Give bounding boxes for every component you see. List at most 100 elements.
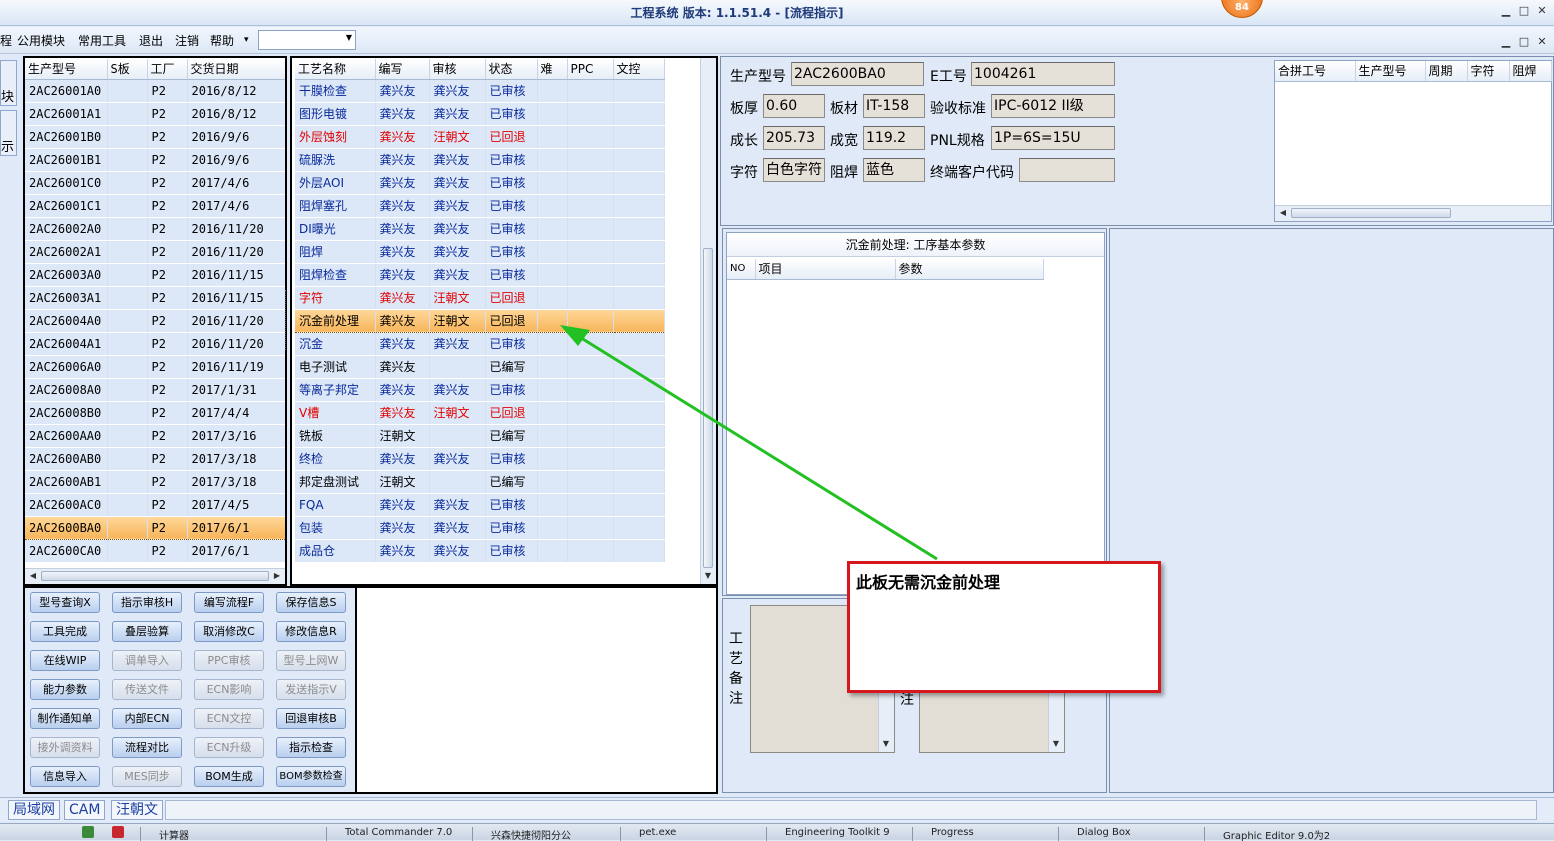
process-column-header[interactable]: 状态 (485, 59, 538, 80)
task-graphic-editor[interactable]: Graphic Editor 9.0为2 (1204, 827, 1340, 841)
model-field[interactable]: 2AC2600BA0 (791, 62, 924, 86)
process-vscroll-thumb[interactable] (703, 248, 713, 568)
action-button[interactable]: 取消修改C (194, 621, 264, 642)
process-row[interactable]: 阻焊 龚兴友 龚兴友 已审核 (295, 240, 665, 264)
product-row[interactable]: 2AC26003A0 P2 2016/11/15 (25, 263, 285, 287)
product-column-header[interactable]: 工厂 (147, 59, 188, 80)
product-row[interactable]: 2AC26001C1 P2 2017/4/6 (25, 194, 285, 218)
task-calculator[interactable]: 计算器 (140, 827, 290, 841)
task-pet[interactable]: pet.exe (620, 827, 756, 841)
process-row[interactable]: 沉金前处理 龚兴友 汪朝文 已回退 (295, 308, 665, 333)
menu-item-tools[interactable]: 常用工具 (78, 32, 126, 49)
product-row[interactable]: 2AC2600BA0 P2 2017/6/1 (25, 515, 285, 540)
product-row[interactable]: 2AC26001B0 P2 2016/9/6 (25, 125, 285, 149)
process-row[interactable]: 阻焊检查 龚兴友 龚兴友 已审核 (295, 263, 665, 287)
action-button[interactable]: 回退审核B (276, 708, 346, 729)
action-button[interactable]: 传送文件 (112, 679, 182, 700)
product-row[interactable]: 2AC26001A0 P2 2016/8/12 (25, 79, 285, 103)
action-button[interactable]: 修改信息R (276, 621, 346, 642)
product-hscrollbar[interactable]: ◀ ▶ (25, 568, 285, 584)
process-column-header[interactable]: 工艺名称 (295, 59, 376, 80)
action-button[interactable]: BOM参数检查 (276, 766, 346, 787)
maximize-icon[interactable]: □ (1516, 4, 1532, 18)
action-button[interactable]: 型号查询X (30, 592, 100, 613)
process-row[interactable]: DI曝光 龚兴友 龚兴友 已审核 (295, 217, 665, 241)
action-button[interactable]: ECN影响 (194, 679, 264, 700)
character-field[interactable]: 白色字符 (763, 158, 825, 182)
scroll-left-icon[interactable]: ◀ (27, 570, 39, 582)
side-tab-module[interactable]: 块 (0, 60, 17, 106)
action-button[interactable]: 制作通知单 (30, 708, 100, 729)
product-row[interactable]: 2AC26001C0 P2 2017/4/6 (25, 171, 285, 195)
menu-item-logout[interactable]: 注销 (175, 32, 199, 49)
param-column-header[interactable]: 项目 (755, 259, 896, 280)
mdi-restore-icon[interactable]: □ (1516, 35, 1532, 49)
menu-combobox[interactable]: ▼ (258, 30, 356, 50)
product-row[interactable]: 2AC26008A0 P2 2017/1/31 (25, 378, 285, 402)
task-progress[interactable]: Progress (912, 827, 1048, 841)
process-row[interactable]: 成品仓 龚兴友 龚兴友 已审核 (295, 539, 665, 563)
process-row[interactable]: 包装 龚兴友 龚兴友 已审核 (295, 516, 665, 540)
process-row[interactable]: 干膜检查 龚兴友 龚兴友 已审核 (295, 79, 665, 103)
merge-column-header[interactable]: 字符 (1467, 61, 1510, 82)
product-row[interactable]: 2AC26001A1 P2 2016/8/12 (25, 102, 285, 126)
pnl-field[interactable]: 1P=6S=15U (991, 126, 1115, 150)
task-dialog-box[interactable]: Dialog Box (1058, 827, 1194, 841)
action-button[interactable]: 发送指示V (276, 679, 346, 700)
product-row[interactable]: 2AC26002A0 P2 2016/11/20 (25, 217, 285, 241)
other-scroll-down-icon[interactable]: ▼ (1050, 738, 1062, 750)
product-row[interactable]: 2AC2600CA0 P2 2017/6/1 (25, 539, 285, 563)
scroll-right-icon[interactable]: ▶ (271, 570, 283, 582)
status-tab-lan[interactable]: 局域网 (8, 800, 60, 820)
action-button[interactable]: 内部ECN (112, 708, 182, 729)
product-column-header[interactable]: 生产型号 (25, 59, 108, 80)
product-row[interactable]: 2AC26006A0 P2 2016/11/19 (25, 355, 285, 379)
param-column-header[interactable]: NO (727, 259, 756, 280)
process-column-header[interactable]: 审核 (429, 59, 486, 80)
menu-item-public-module[interactable]: 公用模块 (17, 32, 65, 49)
action-button[interactable]: 信息导入 (30, 766, 100, 787)
width-field[interactable]: 119.2 (863, 126, 925, 150)
note-scroll-down-icon[interactable]: ▼ (880, 738, 892, 750)
action-button[interactable]: 调单导入 (112, 650, 182, 671)
process-row[interactable]: 终检 龚兴友 龚兴友 已审核 (295, 447, 665, 471)
merge-scroll-left-icon[interactable]: ◀ (1277, 207, 1289, 219)
process-row[interactable]: 沉金 龚兴友 龚兴友 已审核 (295, 332, 665, 356)
action-button[interactable]: 指示审核H (112, 592, 182, 613)
action-button[interactable]: 能力参数 (30, 679, 100, 700)
scroll-down-icon[interactable]: ▼ (702, 570, 714, 582)
process-row[interactable]: 电子测试 龚兴友 已编写 (295, 355, 665, 379)
task-browser[interactable]: 兴森快捷彻阳分公 (472, 827, 608, 841)
mdi-close-icon[interactable]: ✕ (1534, 35, 1550, 49)
process-row[interactable]: 邦定盘测试 汪朝文 已编写 (295, 470, 665, 494)
action-button[interactable]: 叠层验算 (112, 621, 182, 642)
product-row[interactable]: 2AC2600AC0 P2 2017/4/5 (25, 493, 285, 517)
action-button[interactable]: 工具完成 (30, 621, 100, 642)
side-tab-indicate[interactable]: 示 (0, 110, 17, 156)
product-row[interactable]: 2AC2600AB1 P2 2017/3/18 (25, 470, 285, 494)
product-column-header[interactable]: 交货日期 (187, 59, 285, 80)
product-row[interactable]: 2AC26001B1 P2 2016/9/6 (25, 148, 285, 172)
customer-code-field[interactable] (1019, 158, 1115, 182)
merge-column-header[interactable]: 阻焊 (1509, 61, 1552, 82)
product-row[interactable]: 2AC26008B0 P2 2017/4/4 (25, 401, 285, 425)
merge-column-header[interactable]: 周期 (1425, 61, 1468, 82)
process-row[interactable]: 图形电镀 龚兴友 龚兴友 已审核 (295, 102, 665, 126)
action-button[interactable]: 保存信息S (276, 592, 346, 613)
status-tab-cam[interactable]: CAM (64, 800, 106, 820)
process-row[interactable]: 外层蚀刻 龚兴友 汪朝文 已回退 (295, 125, 665, 149)
process-column-header[interactable]: PPC (567, 59, 614, 80)
merge-column-header[interactable]: 生产型号 (1355, 61, 1426, 82)
action-button[interactable]: 型号上网W (276, 650, 346, 671)
action-button[interactable]: PPC审核 (194, 650, 264, 671)
help-chevron-icon[interactable]: ▾ (244, 35, 249, 45)
combobox-arrow-icon[interactable]: ▼ (346, 33, 352, 42)
action-button[interactable]: ECN升级 (194, 737, 264, 758)
process-row[interactable]: V槽 龚兴友 汪朝文 已回退 (295, 401, 665, 425)
soldermask-field[interactable]: 蓝色 (863, 158, 925, 182)
product-row[interactable]: 2AC2600AA0 P2 2017/3/16 (25, 424, 285, 448)
eno-field[interactable]: 1004261 (971, 62, 1115, 86)
length-field[interactable]: 205.73 (763, 126, 825, 150)
panel-splitter[interactable] (285, 290, 289, 350)
menu-item-exit[interactable]: 退出 (139, 32, 163, 49)
